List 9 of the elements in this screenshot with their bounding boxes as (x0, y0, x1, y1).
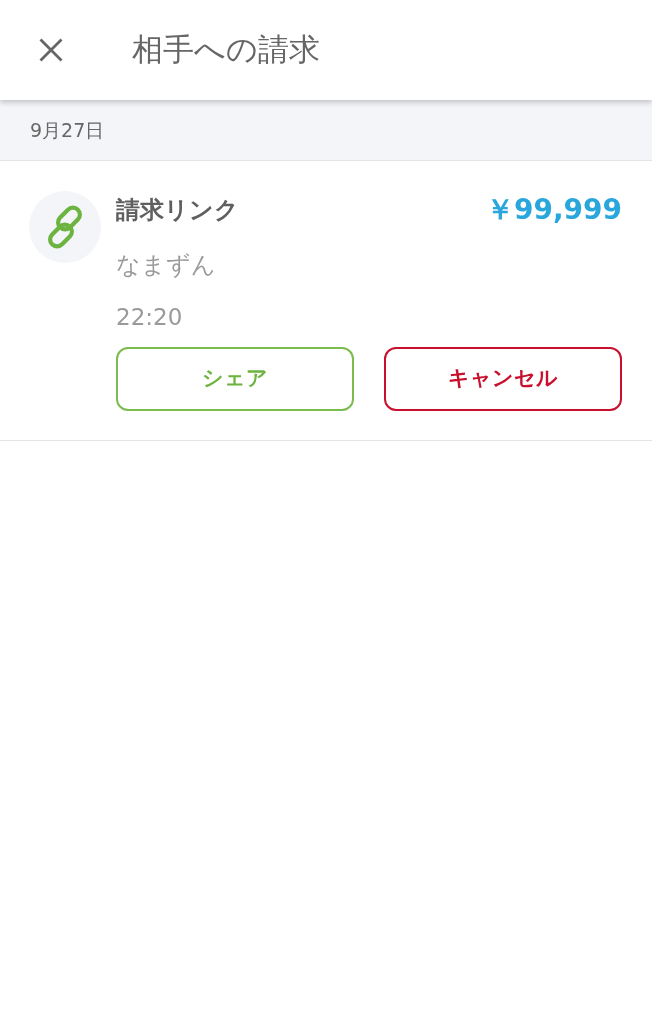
page-title: 相手への請求 (132, 31, 320, 69)
close-icon (39, 38, 63, 62)
link-icon (29, 191, 101, 263)
request-amount: ￥99,999 (485, 195, 622, 226)
recipient-name: なまずん (116, 250, 217, 280)
date-header: 9月27日 (0, 100, 652, 161)
request-title: 請求リンク (116, 196, 239, 225)
cancel-button[interactable]: キャンセル (384, 347, 622, 412)
request-time: 22:20 (116, 303, 184, 332)
